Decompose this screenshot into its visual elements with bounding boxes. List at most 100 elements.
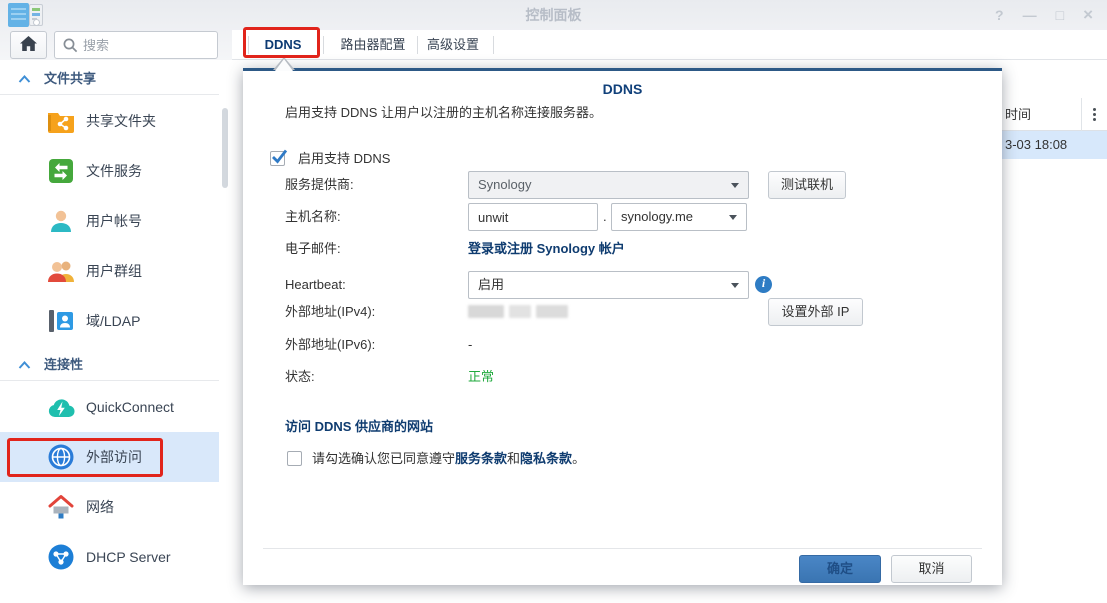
network-icon <box>46 492 76 522</box>
row-time-value: 3-03 18:08 <box>1005 131 1067 159</box>
section-divider <box>0 380 219 381</box>
provider-value: Synology <box>478 172 531 198</box>
terms-suffix: 。 <box>572 451 585 466</box>
ipv6-value: - <box>468 331 472 359</box>
sidebar-item-domain-ldap[interactable]: 域/LDAP <box>0 296 219 346</box>
user-group-icon <box>46 256 76 286</box>
close-icon[interactable]: × <box>1083 0 1093 30</box>
dhcp-server-icon <box>46 542 76 572</box>
section-divider <box>0 94 219 95</box>
tab-separator <box>417 36 418 54</box>
help-icon[interactable]: ? <box>995 0 1004 30</box>
email-label: 电子邮件: <box>285 235 341 263</box>
table-header: 时间 <box>1002 98 1107 131</box>
chevron-down-icon <box>729 215 737 220</box>
column-menu-icon[interactable] <box>1081 98 1107 131</box>
status-row: 状态: 正常 <box>285 363 982 391</box>
sidebar-item-network[interactable]: 网络 <box>0 482 219 532</box>
provider-select[interactable]: Synology <box>468 171 749 199</box>
enable-ddns-label: 启用支持 DDNS <box>298 145 390 173</box>
time-column-header: 时间 <box>1005 98 1031 131</box>
table-row[interactable]: 3-03 18:08 <box>1002 131 1107 159</box>
hostname-dot-separator: . <box>603 203 607 231</box>
shared-folder-icon <box>46 106 76 136</box>
terms-checkbox[interactable] <box>287 451 302 466</box>
sidebar-item-shared-folder[interactable]: 共享文件夹 <box>0 96 219 146</box>
test-connection-button[interactable]: 测试联机 <box>768 171 846 199</box>
terms-prefix: 请勾选确认您已同意遵守 <box>312 451 455 466</box>
sidebar-item-file-services[interactable]: 文件服务 <box>0 146 219 196</box>
home-button[interactable] <box>10 31 47 59</box>
control-panel-window: 控制面板 ? — □ × DDNS 路由器配置 高级设置 时间 <box>0 0 1107 603</box>
provider-website-link[interactable]: 访问 DDNS 供应商的网站 <box>285 413 433 441</box>
heartbeat-value: 启用 <box>478 272 504 298</box>
tab-advanced-settings[interactable]: 高级设置 <box>420 30 486 60</box>
ipv6-label: 外部地址(IPv6): <box>285 331 375 359</box>
minimize-icon[interactable]: — <box>1023 0 1037 30</box>
heartbeat-select[interactable]: 启用 <box>468 271 749 299</box>
provider-row: 服务提供商: Synology 测试联机 <box>285 171 982 199</box>
window-title: 控制面板 <box>0 0 1107 30</box>
chevron-up-icon <box>18 75 31 83</box>
sidebar-item-user-group[interactable]: 用户群组 <box>0 246 219 296</box>
masked-ipv4-value <box>468 305 568 320</box>
sidebar-item-label: 用户群组 <box>86 246 142 296</box>
dialog-description: 启用支持 DDNS 让用户以注册的主机名称连接服务器。 <box>285 103 602 123</box>
ipv4-row: 外部地址(IPv4): 设置外部 IP <box>285 298 982 326</box>
sidebar-section-connectivity[interactable]: 连接性 <box>0 350 219 380</box>
sidebar-item-label: 用户帐号 <box>86 196 142 246</box>
background-table-fragment: 时间 3-03 18:08 <box>1002 98 1107 159</box>
window-controls: ? — □ × <box>995 0 1093 30</box>
info-icon[interactable] <box>755 276 772 293</box>
domain-select[interactable]: synology.me <box>611 203 747 231</box>
sidebar-item-user-account[interactable]: 用户帐号 <box>0 196 219 246</box>
sidebar-item-label: DHCP Server <box>86 532 171 582</box>
checkmark-icon <box>270 148 289 165</box>
search-input[interactable] <box>83 33 213 57</box>
ddns-dialog: DDNS 启用支持 DDNS 让用户以注册的主机名称连接服务器。 启用支持 DD… <box>243 68 1002 585</box>
ipv4-label: 外部地址(IPv4): <box>285 298 375 326</box>
dialog-title: DDNS <box>243 81 1002 97</box>
tab-separator <box>493 36 494 54</box>
ok-button[interactable]: 确定 <box>799 555 881 583</box>
sidebar-item-wireless[interactable]: 无线 <box>0 592 219 603</box>
ipv6-row: 外部地址(IPv6): - <box>285 331 982 359</box>
enable-ddns-row: 启用支持 DDNS <box>243 145 1002 173</box>
footer-divider <box>263 548 982 549</box>
file-service-icon <box>46 156 76 186</box>
terms-text: 请勾选确认您已同意遵守服务条款和隐私条款。 <box>312 445 585 473</box>
sidebar-scrollbar[interactable] <box>222 108 228 188</box>
maximize-icon[interactable]: □ <box>1056 0 1064 30</box>
sidebar-item-label: 文件服务 <box>86 146 142 196</box>
status-value: 正常 <box>468 363 494 391</box>
cancel-button[interactable]: 取消 <box>891 555 972 583</box>
titlebar[interactable]: 控制面板 ? — □ × <box>0 0 1107 30</box>
privacy-terms-link[interactable]: 隐私条款 <box>520 451 572 466</box>
tab-bar: DDNS 路由器配置 高级设置 <box>232 30 1107 60</box>
chevron-down-icon <box>731 283 739 288</box>
home-icon <box>19 35 38 55</box>
email-row: 电子邮件: 登录或注册 Synology 帐户 <box>285 235 982 263</box>
search-icon <box>63 38 78 53</box>
sidebar-item-quickconnect[interactable]: QuickConnect <box>0 382 219 432</box>
terms-conjunction: 和 <box>507 451 520 466</box>
sidebar-item-label: 域/LDAP <box>86 296 140 346</box>
tab-router-config[interactable]: 路由器配置 <box>330 30 416 60</box>
chevron-down-icon <box>731 183 739 188</box>
chevron-up-icon <box>18 361 31 369</box>
sidebar-item-dhcp-server[interactable]: DHCP Server <box>0 532 219 582</box>
terms-of-service-link[interactable]: 服务条款 <box>455 451 507 466</box>
sidebar-item-label: 共享文件夹 <box>86 96 156 146</box>
hostname-input[interactable] <box>468 203 598 231</box>
user-account-icon <box>46 206 76 236</box>
sidebar-item-label: 网络 <box>86 482 114 532</box>
heartbeat-label: Heartbeat: <box>285 271 346 299</box>
sidebar-section-file-sharing[interactable]: 文件共享 <box>0 64 219 94</box>
enable-ddns-checkbox[interactable] <box>270 151 285 166</box>
status-label: 状态: <box>285 363 315 391</box>
synology-account-link[interactable]: 登录或注册 Synology 帐户 <box>468 235 625 263</box>
annotation-box-ddns-tab <box>243 27 320 58</box>
hostname-row: 主机名称: . synology.me <box>285 203 982 231</box>
search-box[interactable] <box>54 31 218 59</box>
set-external-ip-button[interactable]: 设置外部 IP <box>768 298 863 326</box>
